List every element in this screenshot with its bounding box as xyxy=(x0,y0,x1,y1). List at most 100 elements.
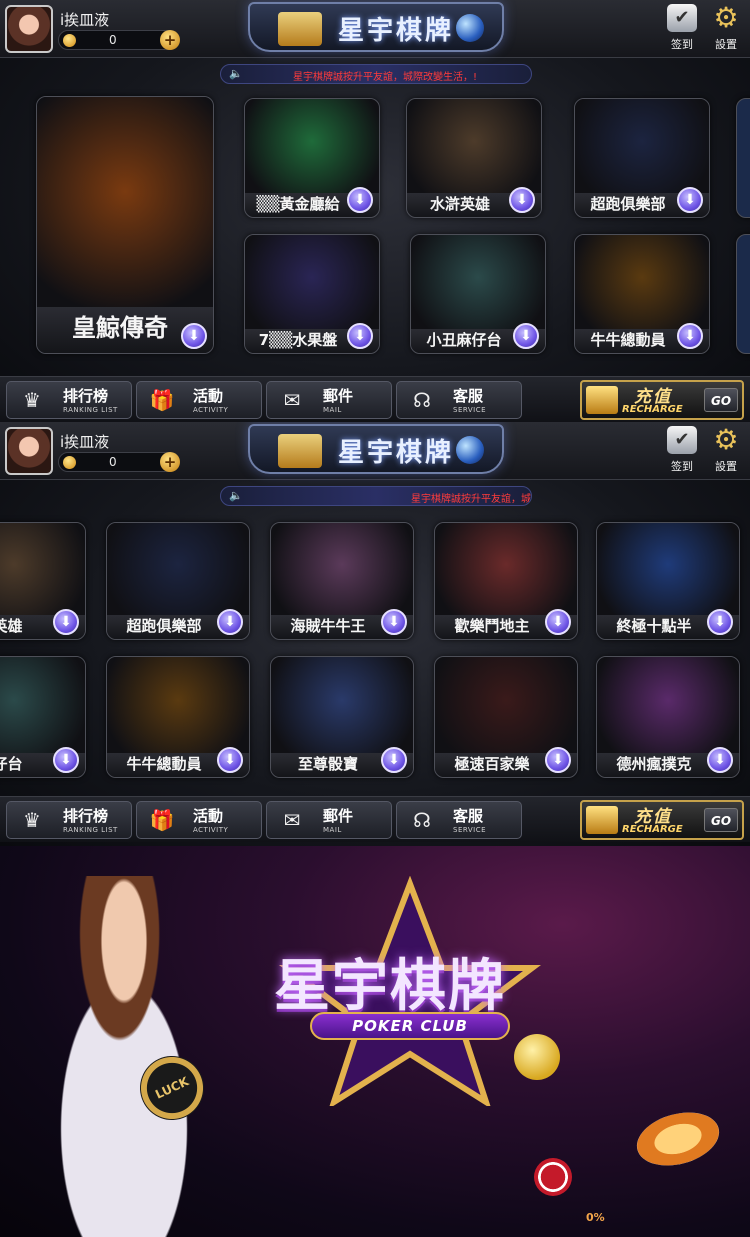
game-name: 牛牛總動員 xyxy=(590,331,666,349)
service-button[interactable]: ☊ 客服 SERVICE xyxy=(396,801,522,839)
download-icon[interactable]: ⬇ xyxy=(381,609,407,635)
game-card[interactable]: 皇鯨傳奇 ⬇ xyxy=(36,96,214,354)
game-artwork xyxy=(597,523,739,615)
game-artwork xyxy=(575,99,709,193)
download-icon[interactable]: ⬇ xyxy=(677,187,703,213)
game-card[interactable]: 超跑俱樂部 ⬇ xyxy=(574,98,710,218)
game-card[interactable]: 至尊骰寶 ⬇ xyxy=(270,656,414,778)
headset-icon: ☊ xyxy=(413,808,431,832)
nav-subtitle: SERVICE xyxy=(453,826,487,834)
nav-title: 排行榜 xyxy=(63,807,109,825)
lobby-screen-2: i挨皿液 0 + 星宇棋牌 ✔ 签到 ⚙ 設置 🔈 星宇棋牌誠按升平友誼，城際改… xyxy=(0,422,750,846)
game-card[interactable]: 海賊牛牛王 ⬇ xyxy=(270,522,414,640)
coin-stack-icon xyxy=(586,386,618,414)
game-card-partial[interactable] xyxy=(736,234,750,354)
game-artwork xyxy=(411,235,545,329)
go-button[interactable]: GO xyxy=(704,388,738,412)
download-icon[interactable]: ⬇ xyxy=(509,187,535,213)
casino-chip-icon xyxy=(534,1158,572,1196)
game-card[interactable]: 麻仔台 ⬇ xyxy=(0,656,86,778)
settings-button[interactable]: ⚙ 設置 xyxy=(706,4,746,54)
game-artwork xyxy=(435,657,577,753)
checklist-icon: ✔ xyxy=(667,426,697,454)
activity-button[interactable]: 🎁 活動 ACTIVITY xyxy=(136,801,262,839)
ranking-button[interactable]: ♛ 排行榜 RANKING LIST xyxy=(6,801,132,839)
game-card-partial[interactable] xyxy=(736,98,750,218)
nav-title: 活動 xyxy=(193,387,224,405)
download-icon[interactable]: ⬇ xyxy=(707,609,733,635)
settings-label: 設置 xyxy=(715,460,737,473)
splash-screen: 星宇棋牌 POKER CLUB LUCK 0% xyxy=(0,846,750,1237)
game-card[interactable]: 牛牛總動員 ⬇ xyxy=(574,234,710,354)
game-name: 極速百家樂 xyxy=(454,755,530,773)
download-icon[interactable]: ⬇ xyxy=(53,609,79,635)
nav-title: 排行榜 xyxy=(63,387,109,405)
game-name: 超跑俱樂部 xyxy=(590,195,666,213)
download-icon[interactable]: ⬇ xyxy=(545,609,571,635)
ranking-button[interactable]: ♛ 排行榜 RANKING LIST xyxy=(6,381,132,419)
game-name: 小丑麻仔台 xyxy=(426,331,502,349)
download-icon[interactable]: ⬇ xyxy=(347,187,373,213)
game-name: 滸英雄 xyxy=(0,617,23,635)
add-coins-button[interactable]: + xyxy=(160,30,180,50)
mail-icon: ✉ xyxy=(283,808,301,832)
game-name: 海賊牛牛王 xyxy=(290,617,366,635)
game-card[interactable]: 終極十點半 ⬇ xyxy=(596,522,740,640)
splash-subtitle: POKER CLUB xyxy=(310,1012,510,1040)
download-icon[interactable]: ⬇ xyxy=(347,323,373,349)
logo-text: 星宇棋牌 xyxy=(338,438,455,468)
signin-button[interactable]: ✔ 签到 xyxy=(662,4,702,54)
nav-title: 郵件 xyxy=(323,807,354,825)
download-icon[interactable]: ⬇ xyxy=(181,323,207,349)
game-card[interactable]: 小丑麻仔台 ⬇ xyxy=(410,234,546,354)
mail-button[interactable]: ✉ 郵件 MAIL xyxy=(266,381,392,419)
nav-title: 郵件 xyxy=(323,387,354,405)
lobby-screen-1: i挨皿液 0 + 星宇棋牌 ✔ 签到 ⚙ 設置 🔈 星宇棋牌誠按升平友誼，城際改… xyxy=(0,0,750,422)
game-card[interactable]: 極速百家樂 ⬇ xyxy=(434,656,578,778)
activity-button[interactable]: 🎁 活動 ACTIVITY xyxy=(136,381,262,419)
go-button[interactable]: GO xyxy=(704,808,738,832)
game-artwork xyxy=(0,657,85,753)
download-icon[interactable]: ⬇ xyxy=(217,747,243,773)
avatar[interactable] xyxy=(5,5,53,53)
signin-button[interactable]: ✔ 签到 xyxy=(662,426,702,476)
game-card[interactable]: 7▒▒水果盤 ⬇ xyxy=(244,234,380,354)
download-icon[interactable]: ⬇ xyxy=(217,609,243,635)
nav-title: 活動 xyxy=(193,807,224,825)
game-artwork xyxy=(271,657,413,753)
hostess-illustration xyxy=(14,876,234,1237)
mail-button[interactable]: ✉ 郵件 MAIL xyxy=(266,801,392,839)
service-button[interactable]: ☊ 客服 SERVICE xyxy=(396,381,522,419)
game-card[interactable]: 滸英雄 ⬇ xyxy=(0,522,86,640)
game-name: ▒▒黃金廳給 xyxy=(256,195,340,213)
game-card[interactable]: 德州瘋撲克 ⬇ xyxy=(596,656,740,778)
download-icon[interactable]: ⬇ xyxy=(53,747,79,773)
nav-subtitle: MAIL xyxy=(323,406,342,414)
download-icon[interactable]: ⬇ xyxy=(545,747,571,773)
gear-icon: ⚙ xyxy=(713,1,739,34)
nav-subtitle: RANKING LIST xyxy=(63,406,118,414)
download-icon[interactable]: ⬇ xyxy=(381,747,407,773)
game-artwork xyxy=(107,657,249,753)
marquee-text: 星宇棋牌誠按升平友誼，城際改變生活，! xyxy=(411,494,531,505)
game-card[interactable]: 超跑俱樂部 ⬇ xyxy=(106,522,250,640)
avatar[interactable] xyxy=(5,427,53,475)
download-icon[interactable]: ⬇ xyxy=(677,323,703,349)
game-card[interactable]: ▒▒黃金廳給 ⬇ xyxy=(244,98,380,218)
game-card[interactable]: 水滸英雄 ⬇ xyxy=(406,98,542,218)
game-card[interactable]: 歡樂鬥地主 ⬇ xyxy=(434,522,578,640)
download-icon[interactable]: ⬇ xyxy=(707,747,733,773)
game-artwork xyxy=(37,97,213,307)
gift-icon: 🎁 xyxy=(149,808,175,832)
game-name: 至尊骰寶 xyxy=(297,755,358,773)
download-icon[interactable]: ⬇ xyxy=(513,323,539,349)
game-name: 水滸英雄 xyxy=(429,195,490,213)
game-name: 歡樂鬥地主 xyxy=(454,617,530,635)
add-coins-button[interactable]: + xyxy=(160,452,180,472)
game-name: 超跑俱樂部 xyxy=(126,617,202,635)
game-card[interactable]: 牛牛總動員 ⬇ xyxy=(106,656,250,778)
checklist-icon: ✔ xyxy=(667,4,697,32)
recharge-button[interactable]: 充值 RECHARGE GO xyxy=(580,380,744,420)
recharge-button[interactable]: 充值 RECHARGE GO xyxy=(580,800,744,840)
settings-button[interactable]: ⚙ 設置 xyxy=(706,426,746,476)
